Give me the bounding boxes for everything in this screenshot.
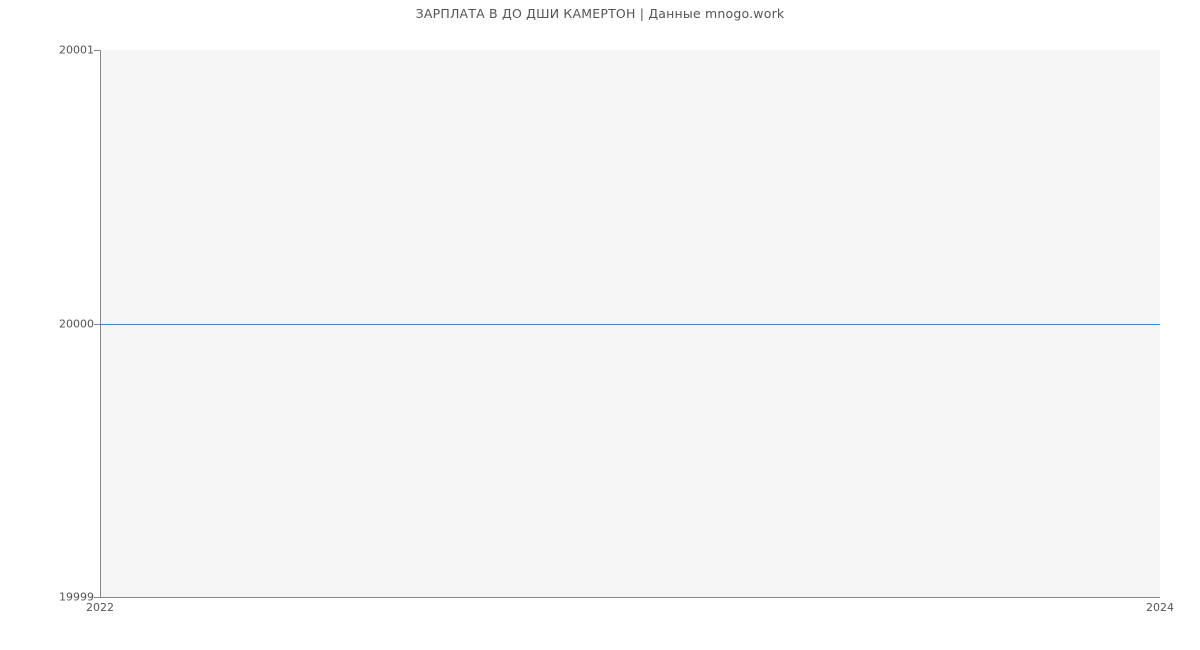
- chart-title: ЗАРПЛАТА В ДО ДШИ КАМЕРТОН | Данные mnog…: [0, 6, 1200, 21]
- series-line: [100, 324, 1160, 325]
- y-tick-label: 20000: [4, 318, 94, 331]
- chart-container: ЗАРПЛАТА В ДО ДШИ КАМЕРТОН | Данные mnog…: [0, 0, 1200, 650]
- y-tick-label: 20001: [4, 44, 94, 57]
- x-tick-label: 2024: [1146, 601, 1174, 614]
- x-tick-label: 2022: [86, 601, 114, 614]
- y-tick-label: 19999: [4, 591, 94, 604]
- y-tick: [94, 597, 100, 598]
- y-tick: [94, 50, 100, 51]
